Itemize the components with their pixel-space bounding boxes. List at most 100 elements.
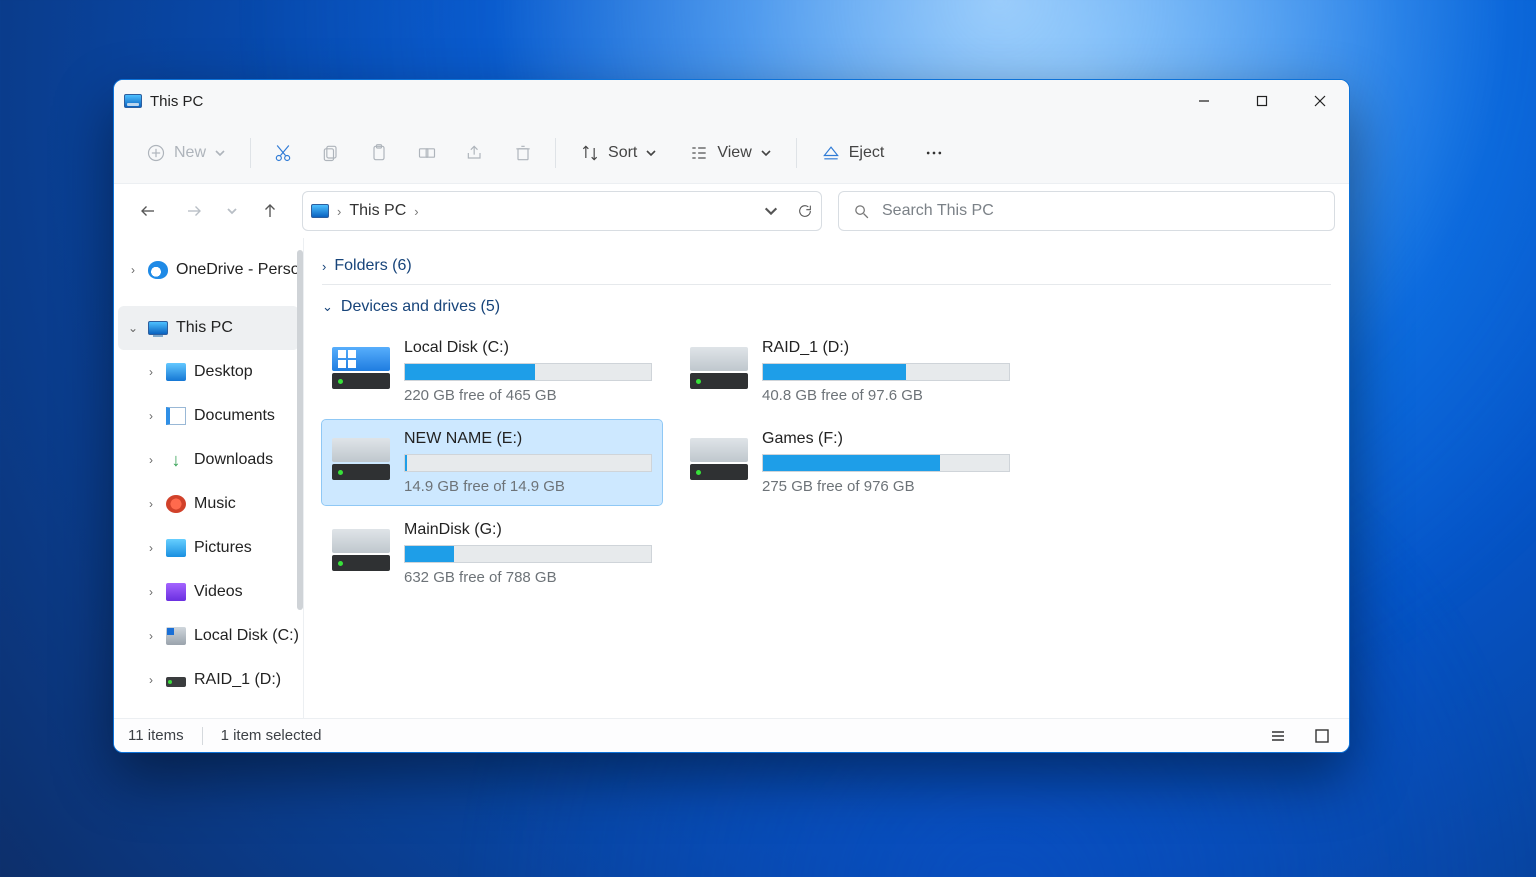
chevron-right-icon[interactable]	[144, 541, 158, 555]
paste-button[interactable]	[357, 133, 401, 173]
content-pane: Folders (6) Devices and drives (5) Local…	[304, 238, 1349, 718]
sidebar-item-desktop[interactable]: Desktop	[114, 350, 303, 394]
minimize-button[interactable]	[1175, 80, 1233, 122]
drive-item[interactable]: RAID_1 (D:) 40.8 GB free of 97.6 GB	[680, 329, 1020, 414]
back-button[interactable]	[128, 191, 168, 231]
drive-name: NEW NAME (E:)	[404, 430, 652, 448]
status-item-count: 11 items	[128, 727, 184, 744]
drive-item[interactable]: Games (F:) 275 GB free of 976 GB	[680, 420, 1020, 505]
sidebar-item-label: This PC	[176, 319, 233, 337]
drive-free-text: 220 GB free of 465 GB	[404, 387, 652, 404]
status-selection: 1 item selected	[221, 727, 322, 744]
sidebar-item-documents[interactable]: Documents	[114, 394, 303, 438]
drive-icon	[166, 677, 186, 687]
history-button[interactable]	[220, 191, 244, 231]
sidebar: OneDrive - Perso This PC Desktop Documen…	[114, 238, 304, 718]
chevron-right-icon[interactable]	[144, 629, 158, 643]
download-icon	[166, 451, 186, 469]
address-bar[interactable]: › This PC ›	[302, 191, 822, 231]
chevron-right-icon[interactable]	[144, 453, 158, 467]
chevron-right-icon[interactable]	[126, 263, 140, 277]
drive-free-text: 632 GB free of 788 GB	[404, 569, 652, 586]
close-button[interactable]	[1291, 80, 1349, 122]
more-button[interactable]	[912, 133, 956, 173]
chevron-right-icon	[322, 259, 326, 274]
titlebar[interactable]: This PC	[114, 80, 1349, 122]
drive-item[interactable]: NEW NAME (E:) 14.9 GB free of 14.9 GB	[322, 420, 662, 505]
forward-button[interactable]	[174, 191, 214, 231]
sidebar-item-music[interactable]: Music	[114, 482, 303, 526]
videos-icon	[166, 583, 186, 601]
drive-name: RAID_1 (D:)	[762, 339, 1010, 357]
pictures-icon	[166, 539, 186, 557]
drive-item[interactable]: Local Disk (C:) 220 GB free of 465 GB	[322, 329, 662, 414]
chevron-right-icon[interactable]	[144, 497, 158, 511]
drive-name: Games (F:)	[762, 430, 1010, 448]
disk-icon	[166, 627, 186, 645]
up-button[interactable]	[250, 191, 290, 231]
sort-label: Sort	[608, 144, 637, 162]
drive-item[interactable]: MainDisk (G:) 632 GB free of 788 GB	[322, 511, 662, 596]
document-icon	[166, 407, 186, 425]
refresh-icon[interactable]	[797, 203, 813, 219]
section-folders[interactable]: Folders (6)	[322, 250, 1331, 282]
drive-capacity-bar	[404, 454, 652, 472]
sidebar-item-this-pc[interactable]: This PC	[118, 306, 299, 350]
cloud-icon	[148, 261, 168, 279]
search-box[interactable]: Search This PC	[838, 191, 1335, 231]
delete-button[interactable]	[501, 133, 545, 173]
chevron-down-icon	[322, 299, 333, 315]
chevron-right-icon[interactable]	[144, 585, 158, 599]
chevron-right-icon[interactable]	[144, 673, 158, 687]
sidebar-item-label: Documents	[194, 407, 275, 425]
sort-button[interactable]: Sort	[566, 133, 671, 173]
window-title: This PC	[150, 93, 203, 110]
section-drives[interactable]: Devices and drives (5)	[322, 291, 1331, 323]
eject-button[interactable]: Eject	[807, 133, 899, 173]
sidebar-item-videos[interactable]: Videos	[114, 570, 303, 614]
copy-button[interactable]	[309, 133, 353, 173]
drive-grid: Local Disk (C:) 220 GB free of 465 GB RA…	[322, 329, 1331, 596]
explorer-window: This PC New	[113, 79, 1350, 753]
drive-icon	[332, 438, 390, 480]
sidebar-item-pictures[interactable]: Pictures	[114, 526, 303, 570]
sidebar-item-onedrive[interactable]: OneDrive - Perso	[114, 248, 303, 292]
chevron-right-icon: ›	[414, 204, 418, 219]
chevron-down-icon[interactable]	[126, 321, 140, 335]
details-view-button[interactable]	[1265, 725, 1291, 747]
drive-free-text: 275 GB free of 976 GB	[762, 478, 1010, 495]
drive-capacity-bar	[762, 454, 1010, 472]
sidebar-item-local-disk-c[interactable]: Local Disk (C:)	[114, 614, 303, 658]
toolbar: New Sort View	[114, 122, 1349, 184]
breadcrumb-root[interactable]: This PC	[349, 202, 406, 220]
drive-icon	[332, 529, 390, 571]
chevron-right-icon[interactable]	[144, 409, 158, 423]
sidebar-item-label: Local Disk (C:)	[194, 627, 299, 645]
drive-icon	[690, 347, 748, 389]
view-button[interactable]: View	[675, 133, 785, 173]
tiles-view-button[interactable]	[1309, 725, 1335, 747]
share-button[interactable]	[453, 133, 497, 173]
nav-row: › This PC › Search This PC	[114, 184, 1349, 238]
maximize-button[interactable]	[1233, 80, 1291, 122]
chevron-right-icon[interactable]	[144, 365, 158, 379]
drive-name: MainDisk (G:)	[404, 521, 652, 539]
this-pc-icon	[311, 204, 329, 218]
sidebar-item-downloads[interactable]: Downloads	[114, 438, 303, 482]
sidebar-item-label: Music	[194, 495, 236, 513]
new-label: New	[174, 144, 206, 162]
new-button[interactable]: New	[132, 133, 240, 173]
section-folders-label: Folders (6)	[334, 257, 411, 275]
sidebar-item-raid-1-d[interactable]: RAID_1 (D:)	[114, 658, 303, 702]
sidebar-item-label: RAID_1 (D:)	[194, 671, 281, 689]
cut-button[interactable]	[261, 133, 305, 173]
chevron-down-icon[interactable]	[763, 203, 779, 219]
this-pc-icon	[124, 94, 142, 108]
divider	[202, 727, 203, 745]
rename-button[interactable]	[405, 133, 449, 173]
sidebar-item-label: Pictures	[194, 539, 252, 557]
sidebar-item-label: OneDrive - Perso	[176, 261, 300, 279]
desktop-icon	[166, 363, 186, 381]
view-label: View	[717, 144, 751, 162]
sidebar-scrollbar[interactable]	[297, 250, 303, 610]
